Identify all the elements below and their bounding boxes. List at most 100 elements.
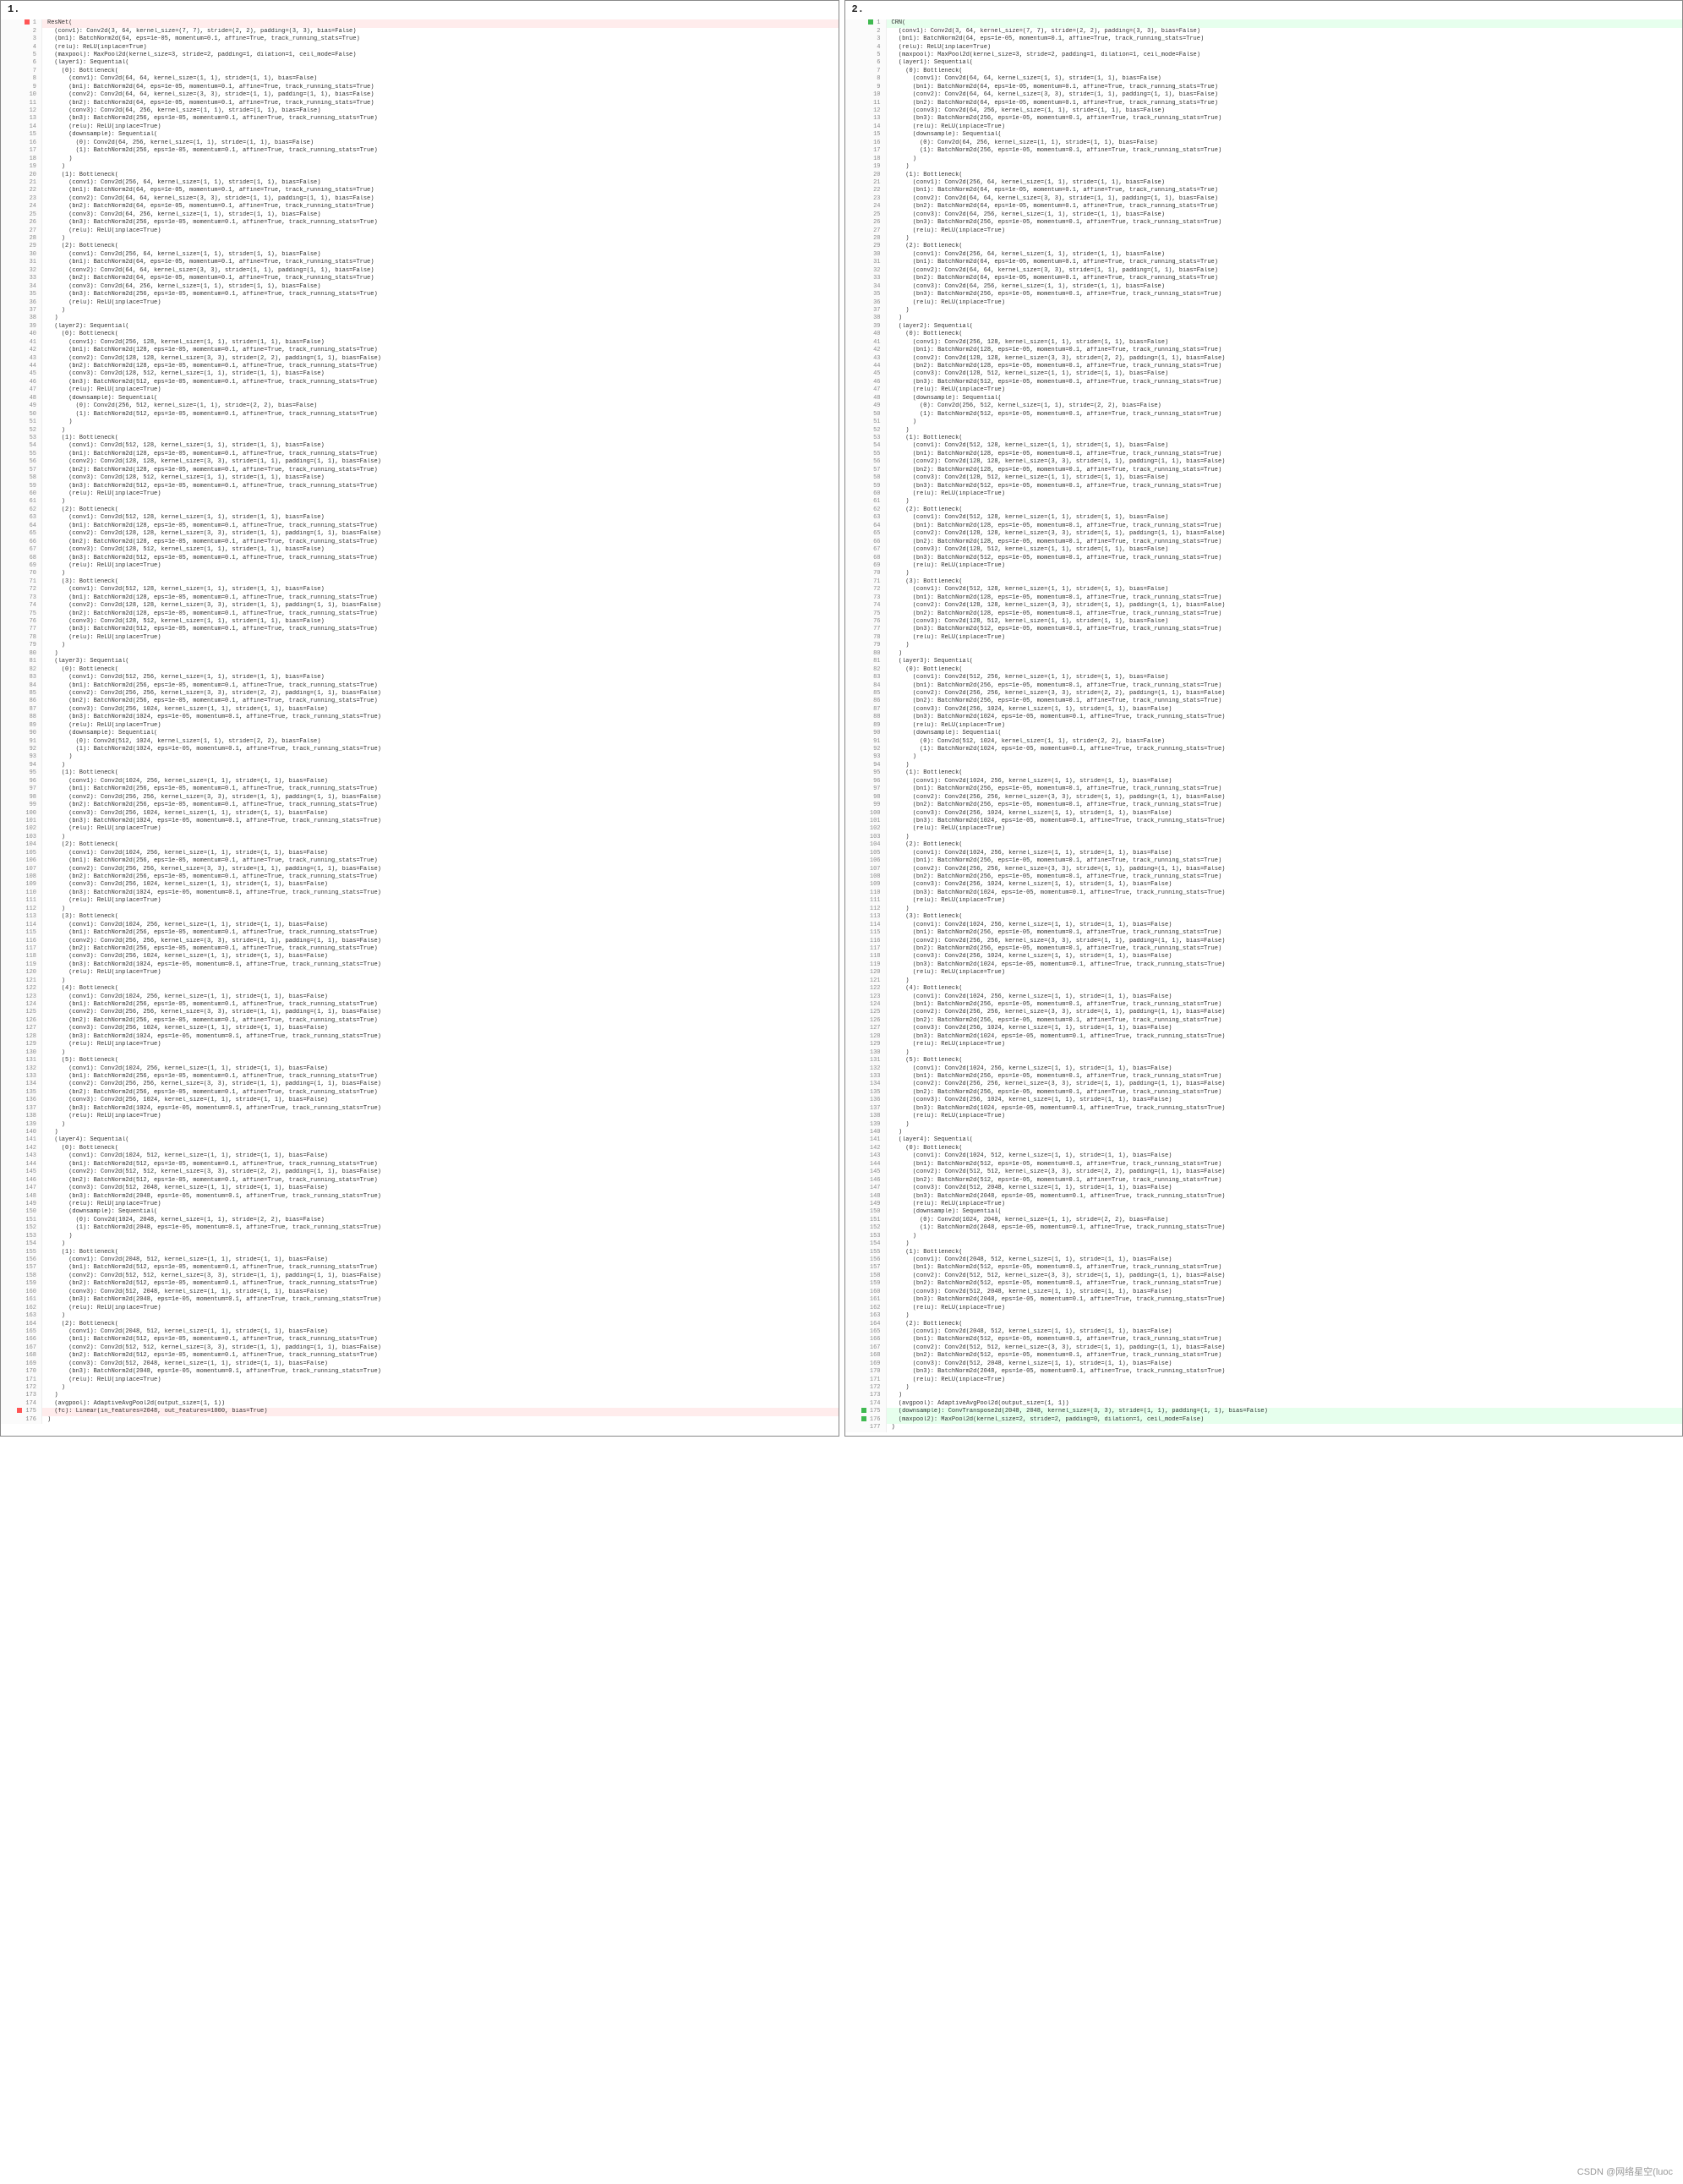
code-text: (bn3): BatchNorm2d(1024, eps=1e-05, mome… — [42, 961, 839, 969]
code-text: (relu): ReLU(inplace=True) — [887, 1377, 1683, 1384]
gutter-line-number: 154 — [1, 1240, 42, 1248]
code-text: (0): Bottleneck( — [42, 1145, 839, 1152]
code-line: 106 (bn1): BatchNorm2d(256, eps=1e-05, m… — [845, 857, 1683, 865]
code-text: (conv2): Conv2d(128, 128, kernel_size=(3… — [887, 355, 1683, 363]
code-line: 115 (bn1): BatchNorm2d(256, eps=1e-05, m… — [845, 929, 1683, 937]
code-text: (downsample): Sequential( — [887, 1208, 1683, 1216]
code-line: 173 ) — [845, 1392, 1683, 1399]
code-line: 62 (2): Bottleneck( — [1, 506, 839, 514]
code-line: 94 ) — [1, 762, 839, 769]
code-line: 142 (0): Bottleneck( — [845, 1145, 1683, 1152]
code-line: 31 (bn1): BatchNorm2d(64, eps=1e-05, mom… — [1, 259, 839, 266]
code-line: 67 (conv3): Conv2d(128, 512, kernel_size… — [1, 546, 839, 554]
gutter-line-number: 52 — [1, 427, 42, 435]
gutter-line-number: 108 — [845, 873, 887, 881]
code-text: (bn1): BatchNorm2d(256, eps=1e-05, momen… — [887, 682, 1683, 690]
code-line: 140 ) — [1, 1129, 839, 1136]
gutter-line-number: 100 — [1, 810, 42, 818]
gutter-line-number: 32 — [1, 267, 42, 275]
code-line: 96 (conv1): Conv2d(1024, 256, kernel_siz… — [845, 778, 1683, 785]
gutter-line-number: 139 — [845, 1121, 887, 1129]
code-text: (bn1): BatchNorm2d(64, eps=1e-05, moment… — [887, 84, 1683, 91]
code-line: 151 (0): Conv2d(1024, 2048, kernel_size=… — [845, 1217, 1683, 1224]
code-line: 92 (1): BatchNorm2d(1024, eps=1e-05, mom… — [845, 746, 1683, 753]
code-line: 85 (conv2): Conv2d(256, 256, kernel_size… — [845, 690, 1683, 698]
gutter-line-number: 131 — [845, 1057, 887, 1065]
code-text: (conv1): Conv2d(1024, 256, kernel_size=(… — [42, 850, 839, 857]
code-line: 76 (conv3): Conv2d(128, 512, kernel_size… — [845, 618, 1683, 626]
code-line: 163 ) — [1, 1312, 839, 1320]
code-text: (bn3): BatchNorm2d(256, eps=1e-05, momen… — [42, 115, 839, 123]
code-text: (bn2): BatchNorm2d(512, eps=1e-05, momen… — [887, 1352, 1683, 1360]
code-text: (conv1): Conv2d(512, 128, kernel_size=(1… — [42, 442, 839, 450]
code-line: 20 (1): Bottleneck( — [845, 172, 1683, 179]
code-text: (3): Bottleneck( — [42, 913, 839, 921]
code-text: (conv2): Conv2d(512, 512, kernel_size=(3… — [42, 1273, 839, 1280]
gutter-line-number: 92 — [1, 746, 42, 753]
code-text: (conv3): Conv2d(128, 512, kernel_size=(1… — [887, 370, 1683, 378]
gutter-line-number: 59 — [1, 483, 42, 490]
code-line: 27 (relu): ReLU(inplace=True) — [845, 227, 1683, 235]
code-line: 153 ) — [1, 1233, 839, 1240]
code-text: (0): Conv2d(256, 512, kernel_size=(1, 1)… — [42, 402, 839, 410]
code-line: 174 (avgpool): AdaptiveAvgPool2d(output_… — [845, 1400, 1683, 1408]
code-line: 8 (conv1): Conv2d(64, 64, kernel_size=(1… — [845, 75, 1683, 83]
gutter-line-number: 138 — [845, 1113, 887, 1120]
code-text: (conv1): Conv2d(256, 64, kernel_size=(1,… — [42, 251, 839, 259]
code-text: ) — [42, 753, 839, 761]
code-text: (bn1): BatchNorm2d(128, eps=1e-05, momen… — [42, 594, 839, 602]
code-line: 11 (bn2): BatchNorm2d(64, eps=1e-05, mom… — [845, 100, 1683, 107]
gutter-line-number: 65 — [1, 530, 42, 538]
code-text: (conv1): Conv2d(1024, 256, kernel_size=(… — [887, 778, 1683, 785]
gutter-line-number: 4 — [1, 44, 42, 52]
code-line: 122 (4): Bottleneck( — [845, 985, 1683, 993]
code-line: 148 (bn3): BatchNorm2d(2048, eps=1e-05, … — [845, 1193, 1683, 1201]
code-text: (relu): ReLU(inplace=True) — [42, 1201, 839, 1208]
code-text: ) — [887, 570, 1683, 577]
code-text: (1): BatchNorm2d(512, eps=1e-05, momentu… — [887, 411, 1683, 419]
gutter-line-number: 116 — [1, 938, 42, 945]
code-text: (conv2): Conv2d(256, 256, kernel_size=(3… — [887, 1081, 1683, 1088]
code-text: (bn3): BatchNorm2d(2048, eps=1e-05, mome… — [42, 1193, 839, 1201]
gutter-line-number: 47 — [1, 386, 42, 394]
code-line: 110 (bn3): BatchNorm2d(1024, eps=1e-05, … — [845, 889, 1683, 897]
gutter-line-number: 85 — [1, 690, 42, 698]
code-line: 94 ) — [845, 762, 1683, 769]
code-text: (conv1): Conv2d(256, 64, kernel_size=(1,… — [887, 251, 1683, 259]
gutter-line-number: 97 — [1, 785, 42, 793]
code-line: 105 (conv1): Conv2d(1024, 256, kernel_si… — [1, 850, 839, 857]
code-line: 143 (conv1): Conv2d(1024, 512, kernel_si… — [1, 1152, 839, 1160]
gutter-line-number: 171 — [845, 1377, 887, 1384]
code-line: 102 (relu): ReLU(inplace=True) — [845, 825, 1683, 833]
gutter-line-number: 105 — [1, 850, 42, 857]
code-text: (bn2): BatchNorm2d(256, eps=1e-05, momen… — [887, 1017, 1683, 1025]
code-text: (4): Bottleneck( — [42, 985, 839, 993]
gutter-line-number: 12 — [1, 107, 42, 115]
gutter-line-number: 130 — [845, 1049, 887, 1057]
code-line: 79 ) — [845, 642, 1683, 649]
code-line: 72 (conv1): Conv2d(512, 128, kernel_size… — [845, 586, 1683, 594]
code-line: 63 (conv1): Conv2d(512, 128, kernel_size… — [1, 514, 839, 522]
code-text: ) — [42, 650, 839, 658]
code-line: 91 (0): Conv2d(512, 1024, kernel_size=(1… — [1, 738, 839, 746]
code-line: 128 (bn3): BatchNorm2d(1024, eps=1e-05, … — [845, 1033, 1683, 1041]
code-text: (0): Conv2d(512, 1024, kernel_size=(1, 1… — [887, 738, 1683, 746]
gutter-line-number: 80 — [845, 650, 887, 658]
gutter-line-number: 39 — [845, 323, 887, 331]
code-text: (conv3): Conv2d(512, 2048, kernel_size=(… — [42, 1289, 839, 1296]
code-text: (relu): ReLU(inplace=True) — [887, 1041, 1683, 1048]
code-text: (1): Bottleneck( — [42, 435, 839, 442]
code-text: (relu): ReLU(inplace=True) — [887, 490, 1683, 498]
gutter-line-number: 127 — [1, 1025, 42, 1032]
code-line: 175 (fc): Linear(in_features=2048, out_f… — [1, 1408, 839, 1415]
code-text: (bn1): BatchNorm2d(128, eps=1e-05, momen… — [42, 347, 839, 354]
code-text: ) — [887, 1233, 1683, 1240]
gutter-line-number: 151 — [1, 1217, 42, 1224]
code-line: 104 (2): Bottleneck( — [1, 841, 839, 849]
code-text: (bn1): BatchNorm2d(64, eps=1e-05, moment… — [42, 36, 839, 43]
gutter-line-number: 108 — [1, 873, 42, 881]
gutter-line-number: 114 — [1, 922, 42, 929]
code-line: 58 (conv3): Conv2d(128, 512, kernel_size… — [845, 474, 1683, 482]
gutter-line-number: 58 — [1, 474, 42, 482]
code-line: 133 (bn1): BatchNorm2d(256, eps=1e-05, m… — [1, 1073, 839, 1081]
